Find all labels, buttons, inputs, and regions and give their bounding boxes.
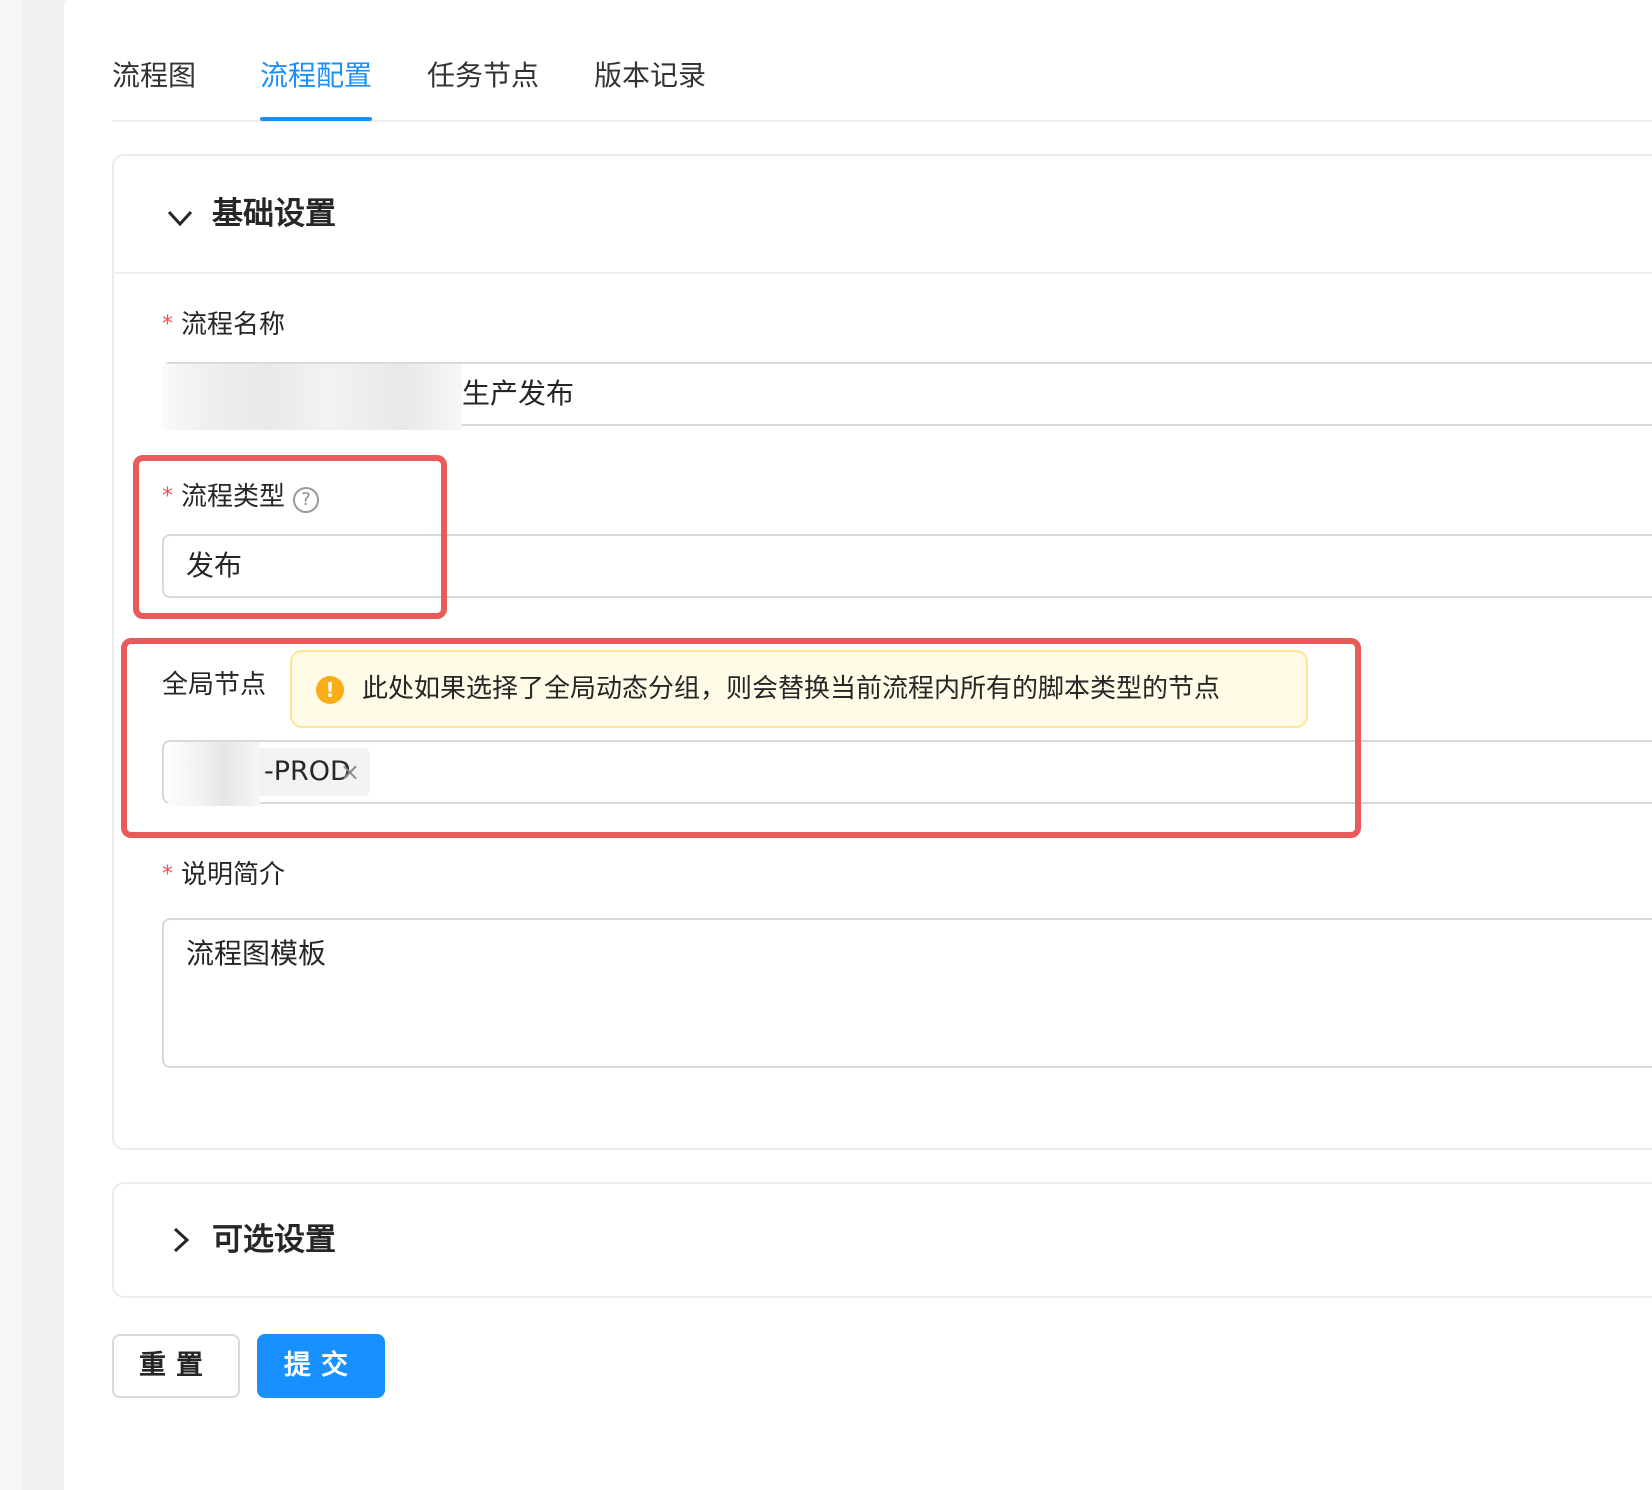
flow-name-label: * 流程名称 (162, 310, 286, 340)
required-mark: * (162, 862, 173, 887)
tab-flow-config[interactable]: 流程配置 (260, 58, 372, 94)
tab-task-nodes[interactable]: 任务节点 (427, 58, 539, 94)
description-textarea[interactable]: 流程图模板 (162, 918, 1652, 1068)
left-margin (0, 0, 22, 1490)
tab-bar: 流程图 流程配置 任务节点 版本记录 (112, 0, 1652, 122)
basic-settings-title: 基础设置 (212, 196, 336, 232)
tab-version-history[interactable]: 版本记录 (594, 58, 706, 94)
tab-flowchart[interactable]: 流程图 (112, 58, 196, 94)
optional-settings-header[interactable]: 可选设置 (114, 1184, 1652, 1296)
basic-settings-header[interactable]: 基础设置 (114, 156, 1652, 274)
flow-name-input[interactable]: 生产发布 (162, 362, 1652, 430)
sidebar-edge (22, 0, 64, 1490)
highlight-global-node (121, 638, 1361, 838)
highlight-flow-type (133, 455, 447, 619)
submit-button[interactable]: 提交 (257, 1334, 385, 1398)
description-label: * 说明简介 (162, 860, 286, 890)
optional-settings-title: 可选设置 (212, 1222, 336, 1258)
chevron-down-icon (167, 210, 193, 227)
optional-settings-panel: 可选设置 (112, 1182, 1652, 1298)
active-tab-indicator (260, 117, 372, 121)
reset-button[interactable]: 重置 (112, 1334, 240, 1398)
required-mark: * (162, 312, 173, 337)
redacted-text (162, 364, 462, 430)
chevron-right-icon (173, 1227, 190, 1253)
